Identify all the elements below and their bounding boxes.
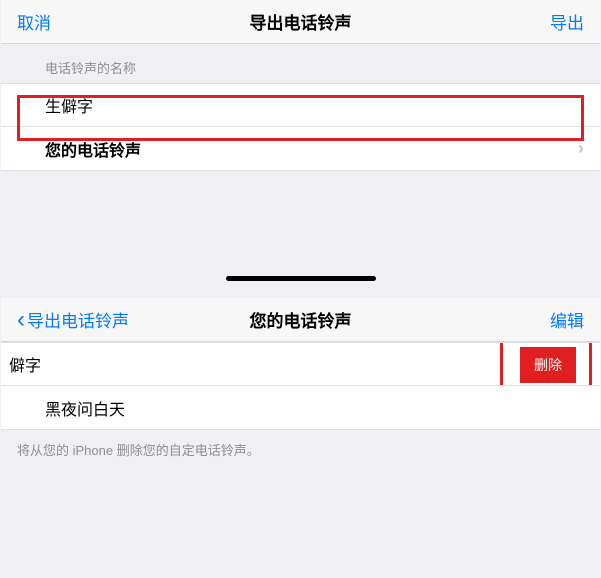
export-button[interactable]: 导出 bbox=[550, 9, 584, 34]
ringtone-name-value: 生僻字 bbox=[45, 93, 93, 117]
footer-note: 将从您的 iPhone 删除您的自定电话铃声。 bbox=[1, 430, 600, 469]
edit-button[interactable]: 编辑 bbox=[550, 307, 584, 332]
back-label: 导出电话铃声 bbox=[27, 307, 129, 332]
screen-export-ringtone: 取消 导出电话铃声 导出 电话铃声的名称 生僻字 您的电话铃声 › bbox=[1, 0, 600, 171]
list-item-label: 僻字 bbox=[1, 352, 41, 376]
page-title: 导出电话铃声 bbox=[250, 9, 352, 34]
ringtone-name-row[interactable]: 生僻字 bbox=[1, 83, 600, 127]
nav-bar-bottom: ‹ 导出电话铃声 您的电话铃声 编辑 bbox=[1, 298, 600, 342]
chevron-right-icon: › bbox=[578, 138, 584, 159]
nav-bar-top: 取消 导出电话铃声 导出 bbox=[1, 0, 600, 44]
list-item-label: 黑夜问白天 bbox=[45, 396, 125, 420]
chevron-left-icon: ‹ bbox=[17, 308, 25, 332]
cancel-button[interactable]: 取消 bbox=[17, 9, 51, 34]
ringtone-list: 僻字 删除 黑夜问白天 bbox=[1, 342, 600, 430]
your-ringtone-label: 您的电话铃声 bbox=[45, 137, 141, 161]
delete-button[interactable]: 删除 bbox=[520, 347, 576, 383]
back-button[interactable]: ‹ 导出电话铃声 bbox=[17, 307, 129, 332]
section-label-ringtone-name: 电话铃声的名称 bbox=[1, 44, 600, 83]
list-item[interactable]: 僻字 删除 bbox=[1, 342, 600, 386]
page-title-bottom: 您的电话铃声 bbox=[250, 307, 352, 332]
your-ringtone-row[interactable]: 您的电话铃声 › bbox=[1, 127, 600, 171]
screen-your-ringtones: ‹ 导出电话铃声 您的电话铃声 编辑 僻字 删除 黑夜问白天 将从您的 iPho… bbox=[1, 298, 600, 469]
home-indicator bbox=[226, 276, 376, 281]
list-item[interactable]: 黑夜问白天 bbox=[1, 386, 600, 430]
